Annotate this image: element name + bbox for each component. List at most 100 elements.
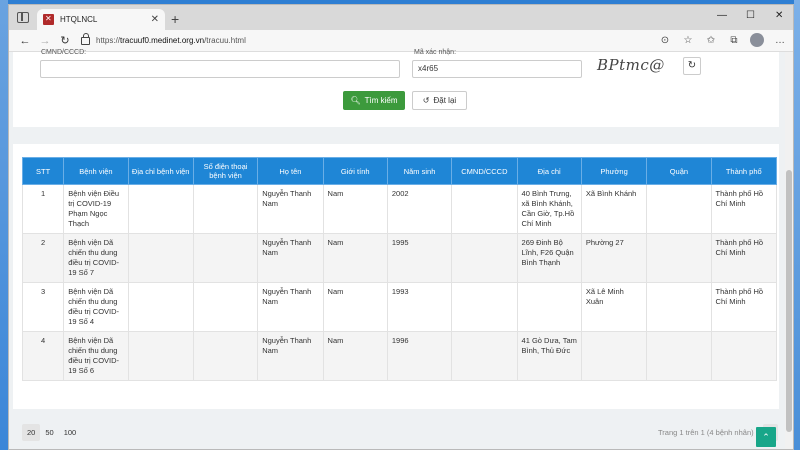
column-header: Giới tính: [322, 157, 388, 185]
refresh-captcha-icon: ↻: [687, 60, 697, 71]
scrollbar-thumb[interactable]: [786, 170, 792, 432]
table-cell: [127, 282, 194, 332]
table-row: 2 Bệnh viện Dã chiến thu dung điều trị CO…: [21, 233, 778, 283]
table-cell: [127, 233, 194, 283]
column-header: CMND/CCCD: [451, 157, 518, 185]
table-cell: Nguyễn Thanh Nam: [257, 331, 324, 381]
table-cell: 41 Gò Dưa, Tam Bình, Thủ Đức: [516, 331, 582, 381]
table-cell: Phường 27: [580, 233, 648, 283]
table-cell: Nam: [322, 282, 388, 332]
scrollbar[interactable]: [785, 52, 793, 449]
table-cell: [646, 282, 712, 332]
table-row: 1 Bệnh viện Điều trị COVID-19 Phạm Ngọc T…: [21, 184, 778, 234]
browser-tab[interactable]: HTQLNCL ✕: [37, 9, 165, 30]
profile-avatar[interactable]: [750, 33, 764, 47]
page-size-100[interactable]: 100: [59, 424, 82, 441]
table-cell: [646, 331, 712, 381]
column-header: Thành phố: [710, 157, 778, 185]
table-cell: 2: [21, 233, 65, 283]
page-size-20[interactable]: 20: [22, 424, 41, 441]
column-header: Năm sinh: [386, 157, 453, 185]
table-cell: 269 Đinh Bộ Lĩnh, F26 Quận Bình Thạnh: [516, 233, 582, 283]
table-cell: Nguyễn Thanh Nam: [257, 282, 324, 332]
forward-icon[interactable]: →: [35, 35, 55, 47]
table-cell: [451, 282, 518, 332]
captcha-refresh-button[interactable]: ↻: [683, 57, 701, 75]
column-header: Bệnh viện: [63, 157, 129, 185]
table-cell: Bệnh viện Dã chiến thu dung điều trị COV…: [63, 233, 129, 283]
search-icon: 🔍︎: [350, 96, 361, 105]
address-bar[interactable]: https://tracuuf0.medinet.org.vn/tracuu.h…: [81, 32, 661, 50]
desktop-background: [0, 0, 8, 450]
reset-button[interactable]: ↺ Đặt lại: [412, 91, 467, 110]
table-cell: [127, 331, 194, 381]
table-cell: Nam: [322, 233, 388, 283]
favorites-icon[interactable]: ✩: [704, 35, 718, 46]
more-icon[interactable]: …: [773, 35, 787, 46]
table-cell: 2002: [386, 184, 453, 234]
refresh-icon[interactable]: ↻: [55, 34, 75, 47]
tab-actions-icon[interactable]: [17, 12, 29, 23]
captcha-input[interactable]: x4r65: [412, 60, 582, 78]
new-tab-icon[interactable]: +: [171, 11, 179, 27]
chevron-up-icon: ⌃: [762, 432, 770, 442]
close-window-icon[interactable]: ✕: [775, 10, 783, 21]
table-cell: [646, 184, 712, 234]
table-cell: Bệnh viện Dã chiến thu dung điều trị COV…: [63, 282, 129, 332]
scroll-to-top-button[interactable]: ⌃: [756, 427, 776, 447]
page-size-50[interactable]: 50: [40, 424, 58, 441]
table-cell: [192, 282, 259, 332]
table-cell: 1996: [386, 331, 453, 381]
collections-icon[interactable]: ⧉: [727, 35, 741, 46]
table-cell: [646, 233, 712, 283]
page-size-selector: 20 50 100: [22, 424, 81, 441]
tracking-icon[interactable]: ⊙: [658, 35, 672, 46]
url-text[interactable]: https://tracuuf0.medinet.org.vn/tracuu.h…: [96, 36, 246, 45]
table-cell: [192, 233, 259, 283]
title-bar: HTQLNCL ✕ + — ☐ ✕: [9, 5, 793, 30]
table-cell: Thành phố Hồ Chí Minh: [710, 184, 778, 234]
column-header: Quận: [646, 157, 712, 185]
maximize-icon[interactable]: ☐: [746, 10, 755, 21]
table-cell: Nguyễn Thanh Nam: [257, 184, 324, 234]
table-cell: 3: [21, 282, 65, 332]
url-path: /tracuu.html: [204, 36, 246, 45]
table-cell: 1: [21, 184, 65, 234]
table-cell: [516, 282, 582, 332]
column-header: Số điện thoại bệnh viện: [192, 157, 259, 185]
column-header: Địa chỉ: [516, 157, 582, 185]
back-icon[interactable]: ←: [15, 35, 35, 47]
results-table: STT Bệnh viện Địa chỉ bệnh viện Số điện tho…: [21, 157, 778, 381]
table-cell: Bệnh viện Điều trị COVID-19 Phạm Ngọc Th…: [63, 184, 129, 234]
table-cell: [710, 331, 778, 381]
tab-close-icon[interactable]: ✕: [151, 14, 159, 25]
search-button[interactable]: 🔍︎ Tìm kiếm: [343, 91, 405, 110]
id-label: CMND/CCCD:: [41, 49, 87, 56]
undo-icon: ↺: [422, 96, 430, 105]
lock-icon[interactable]: [81, 32, 90, 45]
table-cell: 1995: [386, 233, 453, 283]
id-input[interactable]: [40, 60, 400, 78]
favicon-icon: [43, 14, 54, 25]
table-cell: [192, 184, 259, 234]
table-cell: 4: [21, 331, 65, 381]
browser-actions: ⊙ ☆ ✩ ⧉ …: [658, 33, 787, 47]
desktop-background-right: [794, 0, 800, 450]
table-cell: Xã Bình Khánh: [580, 184, 648, 234]
browser-window: HTQLNCL ✕ + — ☐ ✕ ← → ↻ https://tracuuf0…: [8, 4, 794, 450]
results-panel: STT Bệnh viện Địa chỉ bệnh viện Số điện tho…: [13, 144, 779, 441]
reset-button-label: Đặt lại: [433, 96, 457, 105]
url-prefix: https://: [96, 36, 121, 45]
table-cell: Nam: [322, 184, 388, 234]
tab-title: HTQLNCL: [60, 15, 98, 24]
url-host: tracuuf0.medinet.org.vn: [120, 36, 205, 45]
table-cell: Xã Lê Minh Xuân: [580, 282, 648, 332]
table-cell: [192, 331, 259, 381]
table-cell: [451, 233, 518, 283]
search-button-label: Tìm kiếm: [364, 96, 398, 105]
search-panel: CMND/CCCD: Mã xác nhận: x4r65 BPtmc@ ↻ 🔍…: [13, 49, 779, 127]
favorite-star-icon[interactable]: ☆: [681, 35, 695, 46]
table-cell: 1993: [386, 282, 453, 332]
minimize-icon[interactable]: —: [717, 10, 727, 21]
table-row: 3 Bệnh viện Dã chiến thu dung điều trị CO…: [21, 282, 778, 332]
